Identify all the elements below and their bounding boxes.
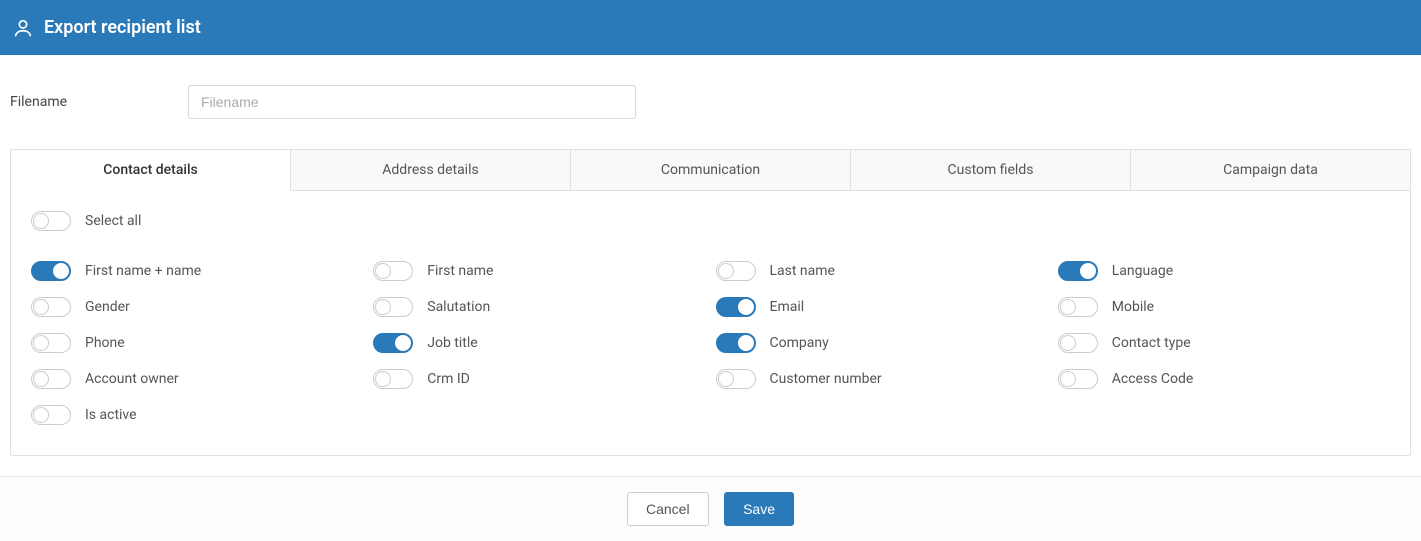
tab-bar: Contact detailsAddress detailsCommunicat… [11, 150, 1410, 191]
person-icon [12, 17, 34, 39]
cancel-button[interactable]: Cancel [627, 492, 709, 526]
label-phone: Phone [85, 335, 125, 351]
toggle-access-code[interactable] [1058, 369, 1098, 389]
label-last-name: Last name [770, 263, 835, 279]
label-language: Language [1112, 263, 1173, 279]
dialog-footer: Cancel Save [0, 476, 1421, 541]
toggle-first-name[interactable] [373, 261, 413, 281]
toggle-last-name[interactable] [716, 261, 756, 281]
filename-input[interactable] [188, 85, 636, 119]
tabs-container: Contact detailsAddress detailsCommunicat… [10, 149, 1411, 456]
field-item-customer-number: Customer number [716, 369, 1048, 389]
dialog-header: Export recipient list [0, 0, 1421, 55]
label-first-name: First name [427, 263, 493, 279]
toggle-email[interactable] [716, 297, 756, 317]
tab-contact-details[interactable]: Contact details [11, 150, 291, 191]
dialog-content: Filename Contact detailsAddress detailsC… [0, 55, 1421, 466]
label-email: Email [770, 299, 805, 315]
label-access-code: Access Code [1112, 371, 1194, 387]
field-item-gender: Gender [31, 297, 363, 317]
field-item-mobile: Mobile [1058, 297, 1390, 317]
select-all-label: Select all [85, 213, 141, 229]
field-item-job-title: Job title [373, 333, 705, 353]
field-item-language: Language [1058, 261, 1390, 281]
tab-custom-fields[interactable]: Custom fields [851, 150, 1131, 190]
field-item-account-owner: Account owner [31, 369, 363, 389]
field-item-last-name: Last name [716, 261, 1048, 281]
toggle-crm-id[interactable] [373, 369, 413, 389]
field-item-email: Email [716, 297, 1048, 317]
field-item-phone: Phone [31, 333, 363, 353]
filename-label: Filename [10, 94, 188, 110]
toggle-gender[interactable] [31, 297, 71, 317]
toggle-select-all[interactable] [31, 211, 71, 231]
label-contact-type: Contact type [1112, 335, 1191, 351]
tab-address-details[interactable]: Address details [291, 150, 571, 190]
label-first-name-name: First name + name [85, 263, 201, 279]
field-item-first-name-name: First name + name [31, 261, 363, 281]
field-item-first-name: First name [373, 261, 705, 281]
label-is-active: Is active [85, 407, 137, 423]
tab-campaign-data[interactable]: Campaign data [1131, 150, 1410, 190]
fields-grid: First name + name First name Last name Lang… [31, 261, 1390, 425]
toggle-contact-type[interactable] [1058, 333, 1098, 353]
field-item-is-active: Is active [31, 405, 363, 425]
field-item-contact-type: Contact type [1058, 333, 1390, 353]
tab-communication[interactable]: Communication [571, 150, 851, 190]
label-account-owner: Account owner [85, 371, 179, 387]
save-button[interactable]: Save [724, 492, 794, 526]
toggle-is-active[interactable] [31, 405, 71, 425]
toggle-job-title[interactable] [373, 333, 413, 353]
tab-panel-contact-details: Select all First name + name First name La… [11, 191, 1410, 455]
select-all-row: Select all [31, 211, 1390, 231]
field-item-company: Company [716, 333, 1048, 353]
toggle-company[interactable] [716, 333, 756, 353]
toggle-salutation[interactable] [373, 297, 413, 317]
filename-row: Filename [10, 85, 1411, 119]
toggle-account-owner[interactable] [31, 369, 71, 389]
field-item-crm-id: Crm ID [373, 369, 705, 389]
field-item-salutation: Salutation [373, 297, 705, 317]
label-company: Company [770, 335, 829, 351]
dialog-title: Export recipient list [44, 17, 201, 38]
field-item-access-code: Access Code [1058, 369, 1390, 389]
toggle-first-name-name[interactable] [31, 261, 71, 281]
toggle-mobile[interactable] [1058, 297, 1098, 317]
label-crm-id: Crm ID [427, 371, 470, 387]
label-job-title: Job title [427, 335, 477, 351]
label-gender: Gender [85, 299, 130, 315]
toggle-customer-number[interactable] [716, 369, 756, 389]
label-salutation: Salutation [427, 299, 490, 315]
toggle-language[interactable] [1058, 261, 1098, 281]
toggle-phone[interactable] [31, 333, 71, 353]
label-mobile: Mobile [1112, 299, 1154, 315]
label-customer-number: Customer number [770, 371, 882, 387]
